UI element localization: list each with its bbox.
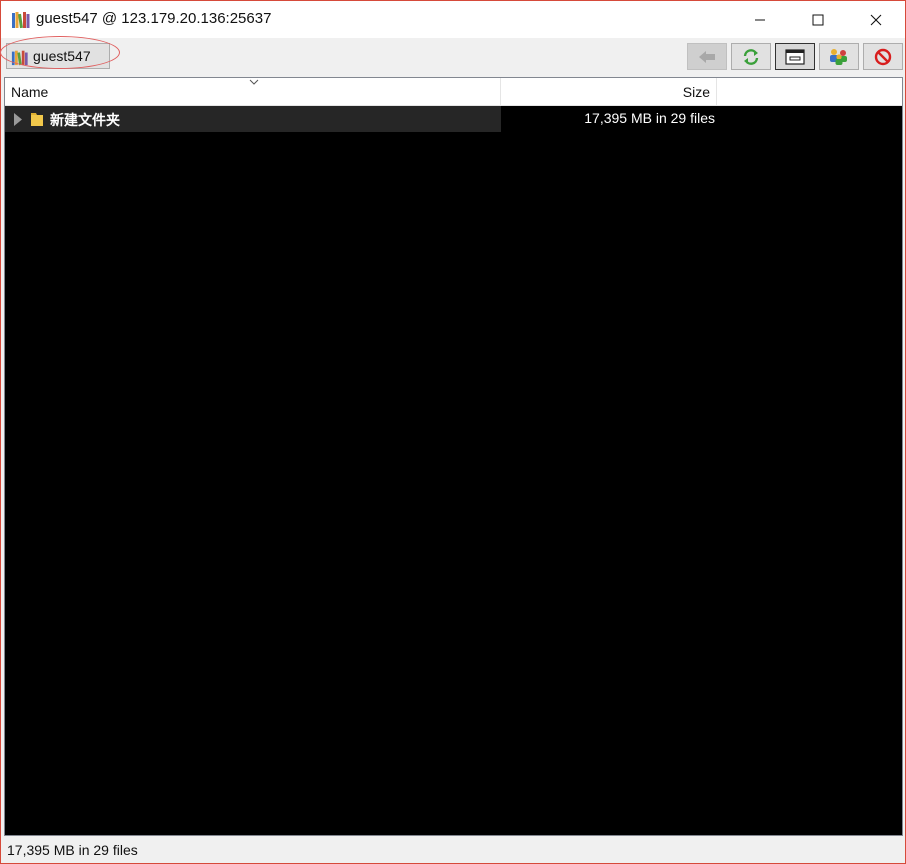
minimize-icon <box>755 19 765 20</box>
maximize-icon <box>812 14 824 25</box>
column-name-label: Name <box>11 84 49 100</box>
list-item[interactable]: 新建文件夹 17,395 MB in 29 files <box>5 106 902 132</box>
list-header: Name Size <box>5 78 902 106</box>
title-bar[interactable]: guest547 @ 123.179.20.136:25637 <box>1 1 905 38</box>
app-window: guest547 @ 123.179.20.136:25637 guest547 <box>0 0 906 864</box>
item-name: 新建文件夹 <box>50 112 120 128</box>
status-text: 17,395 MB in 29 files <box>7 842 138 858</box>
chevron-down-icon <box>249 79 259 85</box>
users-button[interactable] <box>819 43 859 70</box>
user-tab-label: guest547 <box>33 48 91 64</box>
close-icon <box>870 14 882 25</box>
name-cell: 新建文件夹 <box>5 106 501 132</box>
view-button[interactable] <box>775 43 815 70</box>
window-view-icon <box>785 48 805 65</box>
refresh-icon <box>743 48 759 65</box>
refresh-button[interactable] <box>731 43 771 70</box>
expand-arrow-icon[interactable] <box>13 113 23 126</box>
no-entry-icon <box>874 48 892 65</box>
column-size-label: Size <box>682 84 710 100</box>
users-icon <box>830 48 847 65</box>
maximize-button[interactable] <box>789 1 847 38</box>
back-arrow-icon <box>699 50 715 63</box>
books-icon <box>11 50 28 66</box>
user-tab[interactable]: guest547 <box>6 43 110 69</box>
column-header-name[interactable]: Name <box>5 78 501 105</box>
books-icon <box>12 12 30 29</box>
close-button[interactable] <box>847 1 905 38</box>
minimize-button[interactable] <box>731 1 789 38</box>
file-list[interactable]: Name Size 新建文件夹 17,395 MB in 29 files <box>4 77 903 836</box>
back-button[interactable] <box>687 43 727 70</box>
toolbar: guest547 <box>0 36 905 76</box>
window-title: guest547 @ 123.179.20.136:25637 <box>36 10 272 27</box>
item-size: 17,395 MB in 29 files <box>584 110 715 126</box>
column-header-size[interactable]: Size <box>501 78 717 105</box>
status-bar: 17,395 MB in 29 files <box>1 837 905 863</box>
disconnect-button[interactable] <box>863 43 903 70</box>
folder-icon <box>31 113 43 126</box>
